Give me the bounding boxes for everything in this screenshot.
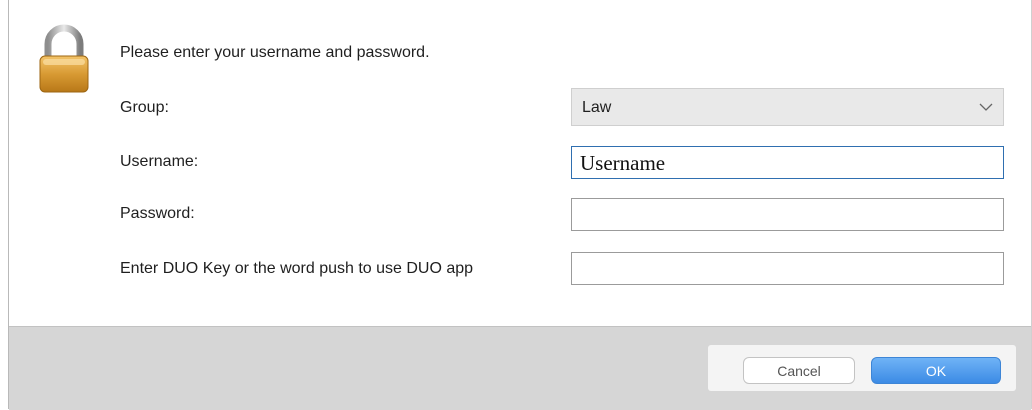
dialog-prompt: Please enter your username and password.: [120, 44, 430, 61]
chevron-down-icon: [979, 103, 993, 111]
username-value: Username: [580, 151, 666, 175]
username-field[interactable]: Username: [571, 146, 1004, 179]
password-field[interactable]: [571, 198, 1004, 231]
cancel-button[interactable]: Cancel: [743, 357, 855, 384]
group-selected-value: Law: [582, 99, 612, 116]
duo-key-field[interactable]: [571, 252, 1004, 285]
group-label: Group:: [120, 99, 169, 116]
group-select[interactable]: Law: [571, 88, 1004, 126]
password-label: Password:: [120, 205, 195, 222]
padlock-icon: [39, 24, 89, 93]
ok-button[interactable]: OK: [871, 357, 1001, 384]
duo-label: Enter DUO Key or the word push to use DU…: [120, 260, 474, 277]
username-label: Username:: [120, 153, 199, 170]
login-dialog: Please enter your username and password.…: [8, 0, 1032, 410]
